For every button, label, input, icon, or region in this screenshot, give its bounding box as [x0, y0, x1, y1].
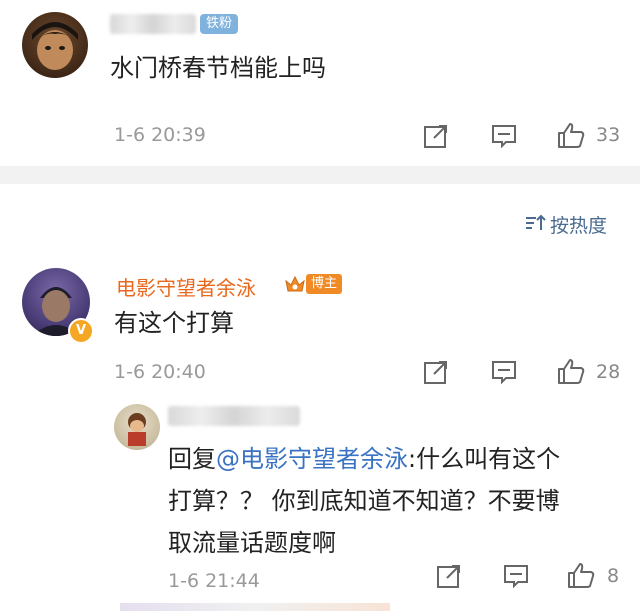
- reply-time: 1-6 21:44: [168, 570, 260, 592]
- reply-body-line2: 打算？？ 你到底知道不知道？不要博: [168, 487, 560, 515]
- thumbs-up-icon[interactable]: [566, 560, 596, 590]
- comment-time: 1-6 20:40: [114, 361, 206, 383]
- verified-v-icon: V: [68, 318, 94, 344]
- author-name[interactable]: 电影守望者余泳: [116, 272, 256, 301]
- section-divider: [0, 166, 640, 184]
- username-blurred[interactable]: [110, 14, 196, 34]
- reply-text: 回复@电影守望者余泳:什么叫有这个 打算？？ 你到底知道不知道？不要博 取流量话…: [168, 438, 618, 564]
- reply-prefix: 回复: [168, 445, 216, 473]
- avatar[interactable]: [22, 12, 88, 78]
- like-count: 8: [607, 565, 620, 587]
- avatar-cartoon: [128, 413, 146, 446]
- share-icon[interactable]: [435, 562, 463, 590]
- avatar-face: [32, 22, 78, 70]
- share-icon[interactable]: [422, 122, 450, 150]
- like-count: 33: [596, 124, 621, 146]
- sort-icon[interactable]: [524, 212, 546, 234]
- reply-body-line3: 取流量话题度啊: [168, 529, 336, 557]
- username-blurred[interactable]: [168, 406, 300, 426]
- avatar[interactable]: [114, 404, 160, 450]
- comment-time: 1-6 20:39: [114, 124, 206, 146]
- mention-link[interactable]: @电影守望者余泳: [216, 445, 408, 473]
- comment-text: 有这个打算: [114, 309, 234, 337]
- crown-icon: [285, 275, 305, 292]
- comment-icon[interactable]: [502, 562, 530, 590]
- fan-badge: 铁粉: [200, 14, 239, 34]
- reply-body-line1: :什么叫有这个: [408, 445, 561, 473]
- sort-by-hot[interactable]: 按热度: [550, 211, 607, 238]
- share-icon[interactable]: [422, 358, 450, 386]
- next-row-peek: [120, 603, 390, 611]
- host-badge: 博主: [306, 274, 343, 294]
- comment-text: 水门桥春节档能上吗: [110, 54, 326, 82]
- comment-icon[interactable]: [490, 122, 518, 150]
- comment-icon[interactable]: [490, 358, 518, 386]
- thumbs-up-icon[interactable]: [556, 356, 586, 386]
- like-count: 28: [596, 361, 621, 383]
- thumbs-up-icon[interactable]: [556, 120, 586, 150]
